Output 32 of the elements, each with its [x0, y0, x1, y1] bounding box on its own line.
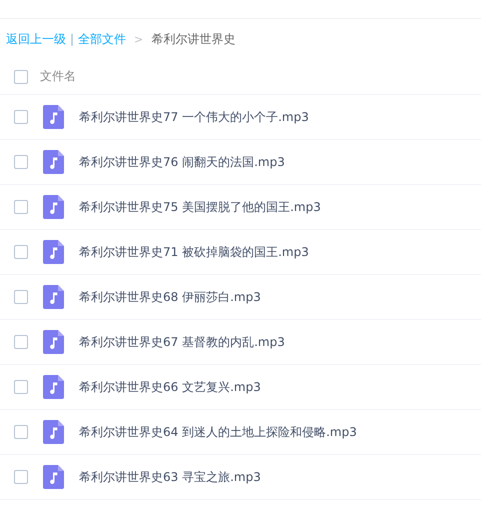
file-name[interactable]: 希利尔讲世界史67 基督教的内乱.mp3 — [79, 334, 285, 350]
music-file-icon — [43, 420, 64, 444]
music-file-icon — [43, 240, 64, 264]
separator: | — [70, 32, 74, 46]
row-checkbox[interactable] — [14, 425, 28, 439]
row-checkbox[interactable] — [14, 245, 28, 259]
row-checkbox[interactable] — [14, 335, 28, 349]
file-name[interactable]: 希利尔讲世界史64 到迷人的土地上探险和侵略.mp3 — [79, 424, 357, 440]
file-name[interactable]: 希利尔讲世界史75 美国摆脱了他的国王.mp3 — [79, 198, 321, 216]
row-checkbox[interactable] — [14, 470, 28, 484]
breadcrumb-arrow: > — [134, 32, 144, 46]
row-checkbox[interactable] — [14, 200, 28, 214]
current-folder: 希利尔讲世界史 — [151, 30, 236, 48]
row-checkbox[interactable] — [14, 110, 28, 124]
row-checkbox[interactable] — [14, 290, 28, 304]
file-name[interactable]: 希利尔讲世界史77 一个伟大的小个子.mp3 — [79, 108, 309, 126]
music-file-icon — [43, 150, 64, 174]
music-file-icon — [43, 375, 64, 399]
file-name[interactable]: 希利尔讲世界史71 被砍掉脑袋的国王.mp3 — [79, 244, 309, 260]
music-file-icon — [43, 285, 64, 309]
file-name[interactable]: 希利尔讲世界史76 闹翻天的法国.mp3 — [79, 154, 285, 170]
column-header: 文件名 — [40, 68, 76, 85]
file-name[interactable]: 希利尔讲世界史68 伊丽莎白.mp3 — [79, 288, 261, 306]
select-all-checkbox[interactable] — [14, 70, 28, 84]
row-checkbox[interactable] — [14, 380, 28, 394]
music-file-icon — [43, 330, 64, 354]
row-checkbox[interactable] — [14, 155, 28, 169]
music-file-icon — [43, 195, 64, 219]
music-file-icon — [43, 465, 64, 489]
music-file-icon — [43, 105, 64, 129]
file-name[interactable]: 希利尔讲世界史63 寻宝之旅.mp3 — [79, 468, 261, 486]
file-name[interactable]: 希利尔讲世界史66 文艺复兴.mp3 — [79, 378, 261, 396]
